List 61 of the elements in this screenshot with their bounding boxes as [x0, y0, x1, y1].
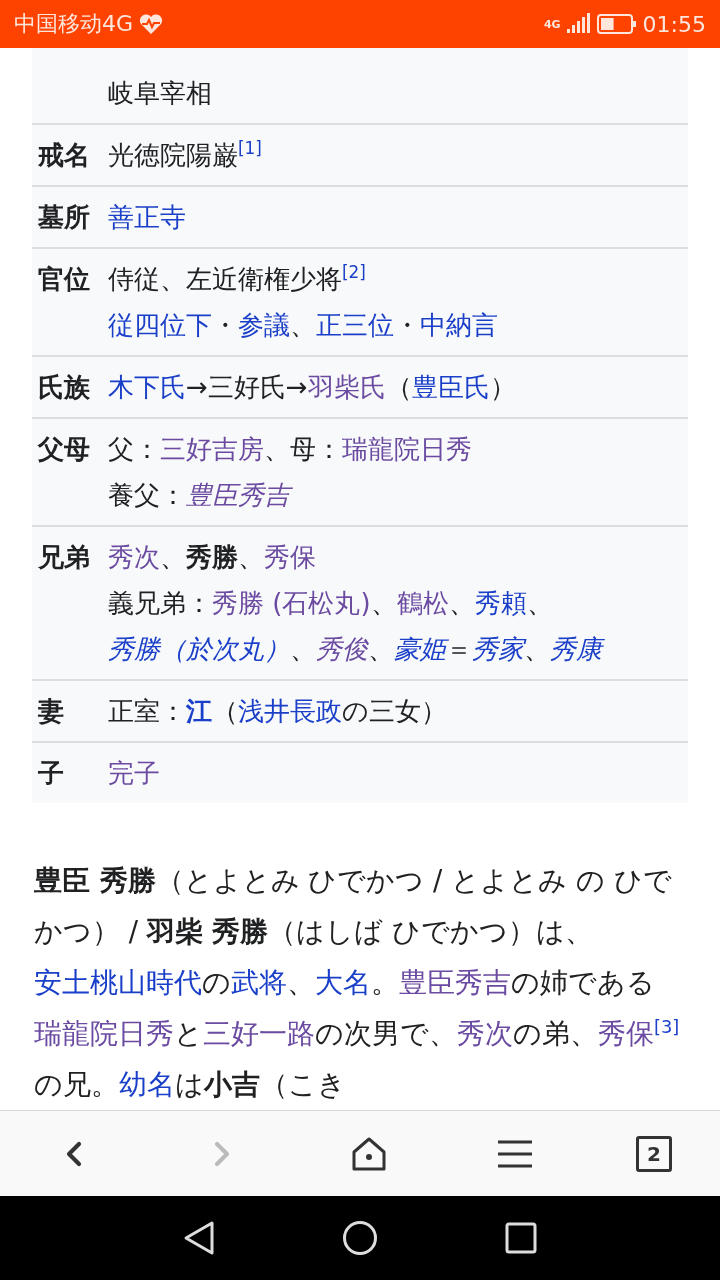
row-label: 兄弟	[38, 541, 91, 574]
row-value: 光徳院陽巌$^{[1]}$	[108, 137, 263, 172]
row-value: 侍従、左近衛権少将$^{[2]}$	[108, 261, 367, 296]
row-label: 官位	[38, 263, 91, 296]
clock-time: 01:55	[642, 11, 706, 37]
link[interactable]: 秀勝 (石松丸)	[212, 588, 371, 618]
link[interactable]: 参議	[238, 310, 290, 340]
link[interactable]: 完子	[108, 758, 160, 788]
link[interactable]: 羽柴氏	[307, 372, 386, 402]
link[interactable]: 三好吉房	[160, 434, 264, 464]
link[interactable]: 従四位下	[108, 310, 212, 340]
row-value: 木下氏→三好氏→羽柴氏（豊臣氏）	[108, 371, 517, 404]
row-label: 墓所	[38, 201, 91, 234]
link[interactable]: 武将	[231, 966, 287, 998]
link[interactable]: 豊臣氏	[411, 372, 490, 402]
link[interactable]: 秀保	[264, 542, 316, 572]
reference-link[interactable]: [2]	[342, 262, 366, 283]
row-value: 岐阜宰相	[108, 77, 213, 110]
link[interactable]: 大名	[315, 966, 371, 998]
row-value: 正室：江（浅井長政の三女）	[108, 695, 448, 728]
link[interactable]: 三好一路	[203, 1017, 315, 1049]
row-label: 子	[38, 757, 65, 790]
reference-link[interactable]: [1]	[238, 138, 262, 159]
row-value: 従四位下・参議、正三位・中納言	[108, 309, 499, 342]
row-value: 秀次、秀勝、秀保	[108, 541, 317, 574]
link[interactable]: 江	[186, 696, 212, 726]
row-value: 義兄弟：秀勝 (石松丸)、鶴松、秀頼、 秀勝（於次丸）、秀俊、豪姫＝秀家、秀康	[108, 580, 682, 672]
recents-icon[interactable]	[504, 1222, 537, 1254]
battery-icon	[596, 13, 637, 35]
link[interactable]: 中納言	[420, 310, 498, 340]
link[interactable]: 秀俊	[316, 634, 368, 664]
row-label: 父母	[38, 433, 91, 466]
row-label: 妻	[38, 695, 65, 728]
link[interactable]: 善正寺	[108, 202, 186, 232]
link[interactable]: 秀次	[108, 542, 160, 572]
signal-icon	[566, 13, 591, 35]
link[interactable]: 正三位	[316, 310, 394, 340]
back-icon[interactable]	[183, 1220, 216, 1256]
reference-link[interactable]: [3]	[654, 1015, 680, 1037]
link[interactable]: 木下氏	[108, 372, 186, 402]
link[interactable]: 秀勝（於次丸）	[108, 634, 290, 664]
home-icon[interactable]	[342, 1220, 378, 1256]
row-label: 氏族	[38, 371, 91, 404]
intro-paragraph: 豊臣 秀勝（とよとみ ひでかつ / とよとみ の ひでかつ） / 羽柴 秀勝（はしば ひでかつ）は、 安土桃山時代の武将、大名。豊臣秀吉の姉である 瑞龍院日秀 と 三好一路の次男で、秀次の弟、秀保$^{[3]}$ の兄。幼名 は小吉（こき	[34, 863, 681, 1102]
link[interactable]: 豊臣秀吉	[399, 966, 511, 998]
link[interactable]: 鶴松	[396, 588, 449, 618]
link[interactable]: 浅井長政	[238, 696, 342, 726]
tabs-button[interactable]: 2	[636, 1135, 672, 1172]
link[interactable]: 秀次	[457, 1017, 513, 1049]
carrier-name: 中国移动4G	[14, 10, 134, 38]
row-value: 養父：豊臣秀吉	[108, 472, 682, 518]
network-type: 4G	[543, 18, 561, 30]
row-label: 戒名	[38, 139, 91, 172]
row-value: 父：三好吉房、母：瑞龍院日秀	[108, 433, 473, 466]
link[interactable]: 安土桃山時代	[34, 966, 202, 998]
link[interactable]: 瑞龍院日秀	[34, 1017, 174, 1049]
link[interactable]: 秀頼	[474, 588, 527, 618]
link[interactable]: 秀保	[598, 1017, 654, 1049]
link[interactable]: 瑞龍院日秀	[342, 434, 472, 464]
link[interactable]: 幼名	[119, 1068, 175, 1100]
heart-rate-icon	[139, 13, 164, 35]
